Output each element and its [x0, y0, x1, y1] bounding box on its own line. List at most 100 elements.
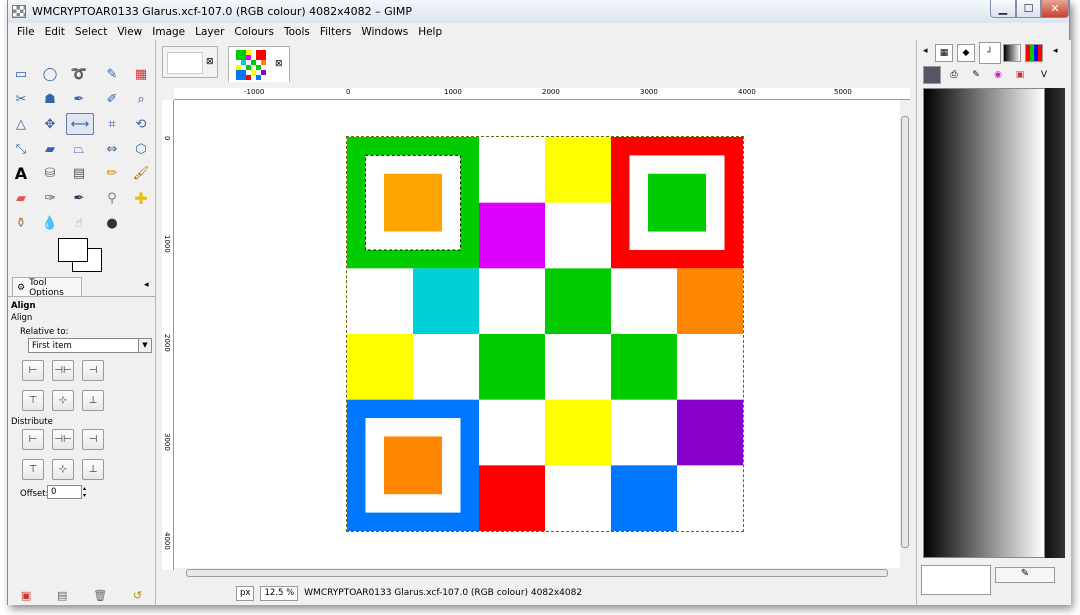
unit-select[interactable]: px — [236, 585, 255, 601]
gradients-tab-icon[interactable]: ┘ — [979, 42, 1001, 64]
menu-select[interactable]: Select — [70, 26, 112, 38]
ellipse-select-icon[interactable]: ◯ — [41, 65, 59, 83]
image-canvas[interactable] — [346, 136, 744, 532]
paths-icon[interactable]: ✒ — [70, 90, 88, 108]
horizontal-scrollbar[interactable] — [174, 568, 896, 578]
distribute-left-button[interactable]: ⊢ — [22, 429, 44, 450]
image-tab-2[interactable]: ⊠ — [228, 46, 290, 82]
menu-colours[interactable]: Colours — [229, 26, 279, 38]
menu-windows[interactable]: Windows — [356, 26, 413, 38]
gradient-icon[interactable] — [1003, 44, 1021, 62]
airbrush-icon[interactable]: ✑ — [41, 189, 59, 207]
templates-icon[interactable]: ▣ — [1011, 66, 1029, 84]
menu-image[interactable]: Image — [147, 26, 190, 38]
align-left-button[interactable]: ⊢ — [22, 360, 44, 381]
align-middle-button[interactable]: ⊹ — [52, 390, 74, 411]
align-center-button[interactable]: ⊣⊢ — [52, 360, 74, 381]
shear-icon[interactable]: ▰ — [41, 140, 59, 158]
menu-view[interactable]: View — [112, 26, 147, 38]
distribute-center-button[interactable]: ⊣⊢ — [52, 429, 74, 450]
heal-icon[interactable]: ✚ — [132, 189, 150, 208]
menu-tools[interactable]: Tools — [279, 26, 315, 38]
smudge-icon[interactable]: ☝ — [70, 214, 88, 232]
scissors-icon[interactable]: ✂ — [12, 90, 30, 108]
ruler-label: 1000 — [163, 235, 171, 253]
zoom-select[interactable]: 12.5 % — [260, 585, 299, 601]
color-icon[interactable]: ◉ — [989, 66, 1007, 84]
maximize-button[interactable]: ☐ — [1016, 0, 1041, 18]
offset-input[interactable]: 0 — [47, 485, 82, 499]
bucket-fill-icon[interactable]: ⛁ — [41, 164, 59, 182]
text-icon[interactable]: A — [12, 164, 30, 183]
pencil-icon[interactable]: ✏ — [103, 164, 121, 182]
distribute-top-button[interactable]: ⊤ — [22, 459, 44, 480]
canvas-area[interactable] — [174, 100, 900, 568]
panel-menu-icon[interactable]: ◂ — [144, 280, 149, 290]
distribute-middle-button[interactable]: ⊹ — [52, 459, 74, 480]
delete-icon[interactable]: 🗑 — [93, 589, 107, 602]
eraser-icon[interactable]: ▰ — [12, 189, 30, 207]
restore-icon[interactable]: ▤ — [57, 589, 67, 602]
reset-icon[interactable]: ↺ — [133, 589, 142, 602]
dodge-burn-icon[interactable]: ● — [103, 214, 121, 232]
foreground-color[interactable] — [58, 238, 88, 262]
vertical-scrollbar[interactable] — [900, 100, 910, 568]
scale-icon[interactable]: ⤡ — [12, 140, 30, 158]
rotate-icon[interactable]: ⟲ — [132, 115, 150, 133]
align-top-button[interactable]: ⊤ — [22, 390, 44, 411]
panel-menu-icon[interactable]: ◂ — [1053, 46, 1058, 56]
chevron-left-icon[interactable]: ◂ — [923, 46, 928, 56]
offset-spin-icon[interactable]: ▴ ▾ — [83, 485, 86, 499]
distribute-right-button[interactable]: ⊣ — [82, 429, 104, 450]
move-icon[interactable]: ✥ — [41, 115, 59, 133]
fg-bg-colors[interactable] — [58, 238, 102, 274]
crop-icon[interactable]: ⌗ — [103, 115, 121, 133]
free-select-icon[interactable]: ➰ — [70, 65, 88, 83]
align-bottom-button[interactable]: ⊥ — [82, 390, 104, 411]
paint-icon[interactable]: ✎ — [967, 66, 985, 84]
save-icon[interactable]: ▣ — [21, 589, 31, 602]
menu-file[interactable]: File — [12, 26, 40, 38]
color-picker-icon[interactable]: ✐ — [103, 90, 121, 108]
fonts-icon[interactable]: V — [1035, 66, 1053, 84]
ink-icon[interactable]: ✒ — [70, 189, 88, 207]
horizontal-scroll-thumb[interactable] — [186, 569, 888, 577]
cage-icon[interactable]: ⬡ — [132, 140, 150, 158]
window-title: WMCRYPTOAR0133 Glarus.xcf-107.0 (RGB col… — [32, 5, 413, 18]
vertical-scroll-thumb[interactable] — [901, 116, 909, 548]
align-icon[interactable]: ⟷ — [66, 113, 94, 135]
rect-select-icon[interactable]: ▭ — [12, 65, 30, 83]
menu-help[interactable]: Help — [413, 26, 447, 38]
pattern-icon[interactable]: ▦ — [935, 44, 953, 62]
align-right-button[interactable]: ⊣ — [82, 360, 104, 381]
zoom-icon[interactable]: ⌕ — [132, 90, 150, 108]
blur-icon[interactable]: 💧 — [41, 214, 59, 232]
images-icon[interactable] — [923, 66, 941, 84]
close-icon[interactable]: ⊠ — [275, 59, 283, 69]
palette-icon[interactable] — [1025, 44, 1043, 62]
close-button[interactable]: ✕ — [1041, 0, 1069, 18]
distribute-bottom-button[interactable]: ⊥ — [82, 459, 104, 480]
clone-icon[interactable]: ⚲ — [103, 189, 121, 207]
menu-filters[interactable]: Filters — [315, 26, 356, 38]
flip-icon[interactable]: ⇔ — [103, 140, 121, 158]
relative-to-select[interactable]: First item ▼ — [28, 338, 152, 353]
close-icon[interactable]: ⊠ — [206, 57, 214, 67]
tool-options-tab[interactable]: ⚙ Tool Options — [12, 277, 82, 298]
paintbrush-icon[interactable]: 🖌 — [132, 164, 150, 182]
edit-gradient-button[interactable]: ✎ — [995, 567, 1055, 583]
menu-edit[interactable]: Edit — [40, 26, 70, 38]
measure-icon[interactable]: △ — [12, 115, 30, 133]
color-select-icon[interactable]: ▦ — [132, 65, 150, 83]
fuzzy-select-icon[interactable]: ✎ — [103, 65, 121, 83]
image-tab-1[interactable]: ⊠ — [162, 46, 218, 78]
minimize-button[interactable]: ▁ — [990, 0, 1016, 18]
perspective-icon[interactable]: ⏢ — [70, 140, 88, 158]
brushes-icon[interactable]: ◆ — [957, 44, 975, 62]
foreground-select-icon[interactable]: ☗ — [41, 90, 59, 108]
blend-icon[interactable]: ▤ — [70, 164, 88, 182]
ruler-label: 2000 — [542, 88, 560, 96]
perspective-clone-icon[interactable]: ⚱ — [12, 214, 30, 232]
menu-layer[interactable]: Layer — [190, 26, 229, 38]
printer-icon[interactable]: ⎙ — [945, 66, 963, 84]
